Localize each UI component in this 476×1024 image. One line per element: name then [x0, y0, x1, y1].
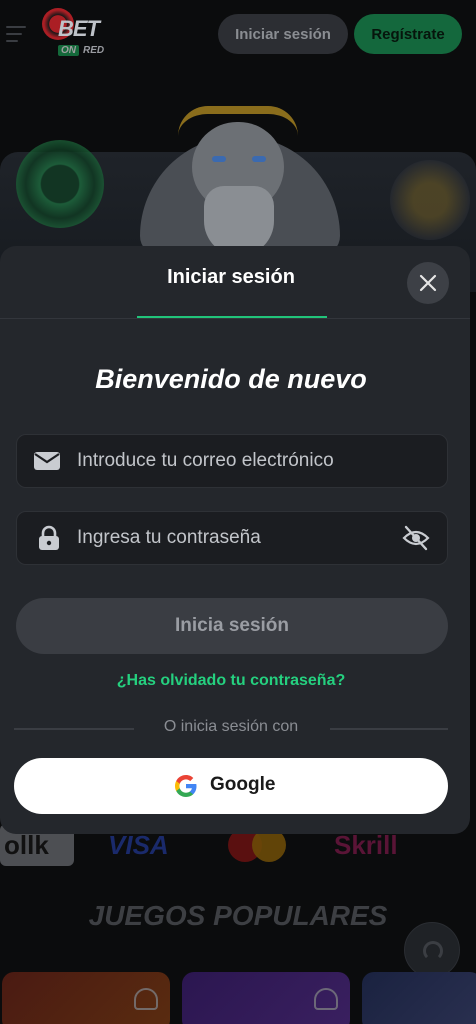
- email-input[interactable]: [77, 435, 397, 487]
- envelope-icon: [34, 452, 60, 470]
- brand-logo[interactable]: BET ON RED: [42, 6, 122, 58]
- forgot-password-link[interactable]: ¿Has olvidado tu contraseña?: [0, 672, 462, 690]
- game-card[interactable]: [362, 972, 476, 1024]
- heart-icon[interactable]: [314, 988, 338, 1010]
- header-login-button[interactable]: Iniciar sesión: [218, 14, 348, 54]
- lock-icon: [39, 525, 59, 550]
- logo-bet-text: BET: [58, 16, 100, 41]
- logo-red-text: RED: [83, 45, 105, 56]
- popular-games-title: JUEGOS POPULARES: [88, 900, 388, 931]
- game-card[interactable]: [2, 972, 170, 1024]
- close-icon: [419, 274, 437, 292]
- zeus-illustration: [130, 96, 350, 256]
- modal-tab-login[interactable]: Iniciar sesión: [136, 266, 326, 289]
- active-tab-indicator: [137, 316, 327, 318]
- close-button[interactable]: [407, 262, 449, 304]
- header-register-button[interactable]: Regístrate: [354, 14, 462, 54]
- logo-on-text: ON: [58, 45, 79, 56]
- support-button[interactable]: [404, 922, 460, 978]
- casino-chip-decoration: [16, 140, 104, 228]
- email-field[interactable]: [16, 434, 448, 488]
- top-header: BET ON RED Iniciar sesión Regístrate: [0, 0, 476, 68]
- headset-icon: [423, 941, 443, 961]
- alt-login-divider: O inicia sesión con: [14, 716, 448, 740]
- login-submit-button[interactable]: Inicia sesión: [16, 598, 448, 654]
- heart-icon[interactable]: [134, 988, 158, 1010]
- coin-decoration: [390, 160, 470, 240]
- login-modal: Iniciar sesión Bienvenido de nuevo Intro…: [0, 246, 470, 834]
- page: ollk VISA Skrill JUEGOS POPULARES BET ON…: [0, 0, 476, 1024]
- welcome-heading: Bienvenido de nuevo: [95, 364, 367, 394]
- google-icon: [175, 775, 197, 797]
- password-field[interactable]: [16, 511, 448, 565]
- alt-login-text: O inicia sesión con: [163, 718, 299, 735]
- eye-off-icon[interactable]: [401, 524, 431, 552]
- modal-header-divider: [0, 318, 470, 319]
- game-card[interactable]: [182, 972, 350, 1024]
- google-label: Google: [210, 774, 276, 795]
- payment-visa-logo: VISA: [108, 830, 169, 860]
- menu-icon[interactable]: [6, 24, 28, 44]
- google-login-button[interactable]: Google: [14, 758, 448, 814]
- password-input[interactable]: [77, 512, 397, 564]
- payment-skrill-logo-2: Skrill: [334, 830, 398, 860]
